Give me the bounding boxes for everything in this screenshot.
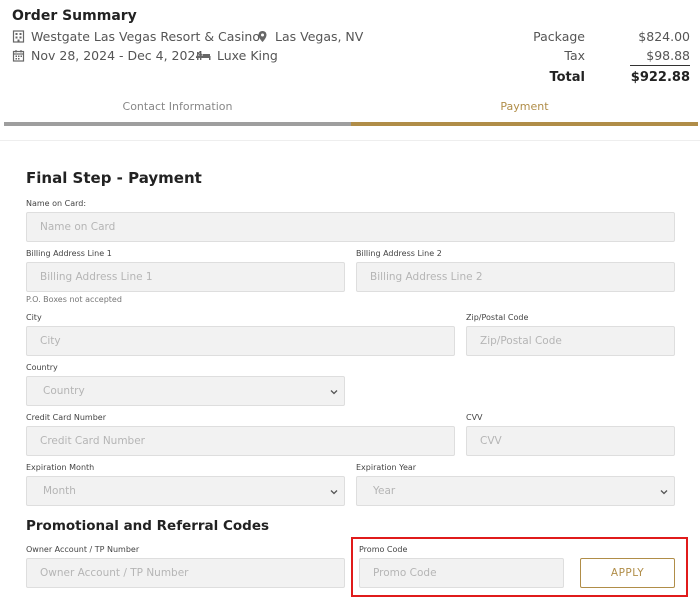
credit-card-input[interactable]: Credit Card Number bbox=[26, 426, 455, 456]
room-type: Luxe King bbox=[217, 48, 278, 63]
room-row: Luxe King bbox=[196, 48, 278, 63]
owner-account-label: Owner Account / TP Number bbox=[26, 545, 140, 554]
tax-label: Tax bbox=[564, 48, 585, 63]
credit-card-label: Credit Card Number bbox=[26, 413, 106, 422]
name-on-card-label: Name on Card: bbox=[26, 199, 87, 208]
zip-label: Zip/Postal Code bbox=[466, 313, 529, 322]
billing-address-1-label: Billing Address Line 1 bbox=[26, 249, 112, 258]
promo-section-title: Promotional and Referral Codes bbox=[26, 518, 270, 534]
tab-contact-progress-bar bbox=[4, 122, 351, 126]
order-summary: Order Summary bbox=[12, 8, 690, 24]
hotel-row: Westgate Las Vegas Resort & Casino bbox=[12, 29, 260, 44]
divider bbox=[0, 140, 700, 141]
expiration-year-select[interactable]: Year bbox=[356, 476, 675, 506]
country-select-value: Country bbox=[43, 385, 85, 397]
total-price-row: Total $922.88 bbox=[520, 70, 690, 85]
tax-value: $98.88 bbox=[630, 48, 690, 66]
expiration-month-select[interactable]: Month bbox=[26, 476, 345, 506]
expiration-year-label: Expiration Year bbox=[356, 463, 417, 472]
order-summary-title: Order Summary bbox=[12, 8, 137, 24]
city-input[interactable]: City bbox=[26, 326, 455, 356]
package-label: Package bbox=[533, 29, 585, 44]
package-value: $824.00 bbox=[638, 29, 690, 44]
map-pin-icon bbox=[256, 30, 269, 43]
expiration-year-value: Year bbox=[373, 485, 396, 497]
total-label: Total bbox=[549, 70, 585, 85]
chevron-down-icon bbox=[660, 488, 668, 496]
total-value: $922.88 bbox=[630, 70, 690, 85]
po-box-note: P.O. Boxes not accepted bbox=[26, 295, 122, 304]
checkout-steps: Contact Information Payment bbox=[4, 98, 698, 128]
hotel-name: Westgate Las Vegas Resort & Casino bbox=[31, 29, 261, 44]
promo-code-highlight-box bbox=[351, 537, 688, 597]
owner-account-input[interactable]: Owner Account / TP Number bbox=[26, 558, 345, 588]
name-on-card-input[interactable]: Name on Card bbox=[26, 212, 675, 242]
tab-payment-label: Payment bbox=[500, 100, 549, 113]
billing-address-1-input[interactable]: Billing Address Line 1 bbox=[26, 262, 345, 292]
tab-payment[interactable]: Payment bbox=[351, 98, 698, 128]
stay-dates: Nov 28, 2024 - Dec 4, 2024 bbox=[31, 48, 204, 63]
building-icon bbox=[12, 30, 25, 43]
cvv-label: CVV bbox=[466, 413, 483, 422]
tab-contact-information[interactable]: Contact Information bbox=[4, 98, 351, 128]
zip-input[interactable]: Zip/Postal Code bbox=[466, 326, 675, 356]
country-label: Country bbox=[26, 363, 58, 372]
city-label: City bbox=[26, 313, 42, 322]
bed-icon bbox=[196, 49, 211, 62]
billing-address-2-label: Billing Address Line 2 bbox=[356, 249, 442, 258]
calendar-icon bbox=[12, 49, 25, 62]
hotel-location: Las Vegas, NV bbox=[275, 29, 364, 44]
expiration-month-value: Month bbox=[43, 485, 76, 497]
dates-row: Nov 28, 2024 - Dec 4, 2024 bbox=[12, 48, 203, 63]
chevron-down-icon bbox=[330, 388, 338, 396]
tab-contact-label: Contact Information bbox=[122, 100, 233, 113]
country-select[interactable]: Country bbox=[26, 376, 345, 406]
expiration-month-label: Expiration Month bbox=[26, 463, 95, 472]
cvv-input[interactable]: CVV bbox=[466, 426, 675, 456]
package-price-row: Package $824.00 bbox=[520, 29, 690, 44]
location-row: Las Vegas, NV bbox=[256, 29, 363, 44]
tax-price-row: Tax $98.88 bbox=[520, 48, 690, 66]
tab-payment-progress-bar bbox=[351, 122, 698, 126]
chevron-down-icon bbox=[330, 488, 338, 496]
form-title: Final Step - Payment bbox=[26, 169, 202, 187]
billing-address-2-input[interactable]: Billing Address Line 2 bbox=[356, 262, 675, 292]
